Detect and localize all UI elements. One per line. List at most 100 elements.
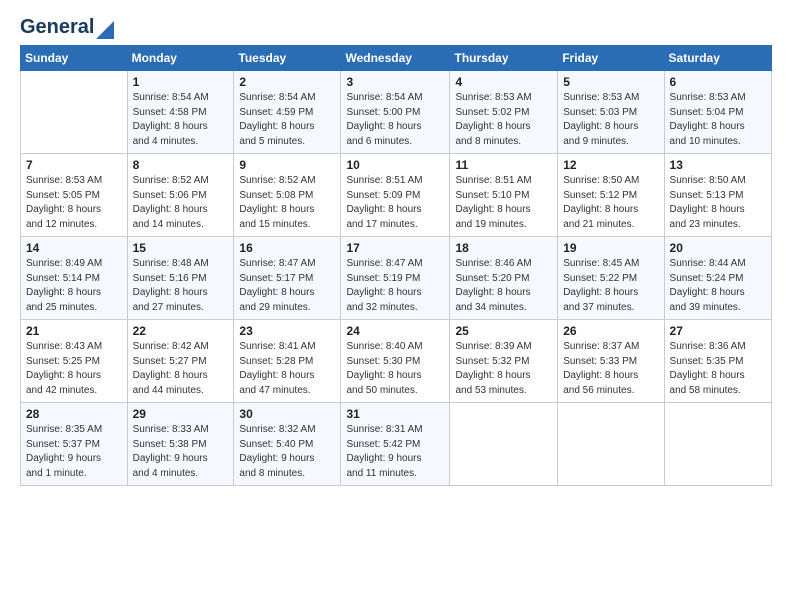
calendar-header-row: SundayMondayTuesdayWednesdayThursdayFrid… [21,46,772,71]
calendar-cell [21,71,128,154]
calendar-table: SundayMondayTuesdayWednesdayThursdayFrid… [20,45,772,486]
day-detail: Sunrise: 8:44 AMSunset: 5:24 PMDaylight:… [670,257,766,315]
day-number: 25 [455,324,552,338]
day-detail: Sunrise: 8:49 AMSunset: 5:14 PMDaylight:… [26,257,122,315]
calendar-cell: 28 Sunrise: 8:35 AMSunset: 5:37 PMDayligh… [21,403,128,486]
day-detail: Sunrise: 8:40 AMSunset: 5:30 PMDaylight:… [346,340,444,398]
day-number: 27 [670,324,766,338]
day-number: 31 [346,407,444,421]
day-detail: Sunrise: 8:35 AMSunset: 5:37 PMDaylight:… [26,423,122,481]
day-number: 7 [26,158,122,172]
day-detail: Sunrise: 8:53 AMSunset: 5:04 PMDaylight:… [670,91,766,149]
day-number: 11 [455,158,552,172]
day-number: 13 [670,158,766,172]
day-number: 26 [563,324,658,338]
header: General [20,16,772,35]
day-detail: Sunrise: 8:39 AMSunset: 5:32 PMDaylight:… [455,340,552,398]
week-row-1: 1 Sunrise: 8:54 AMSunset: 4:58 PMDaylight… [21,71,772,154]
day-number: 29 [133,407,229,421]
day-detail: Sunrise: 8:51 AMSunset: 5:09 PMDaylight:… [346,174,444,232]
day-number: 28 [26,407,122,421]
col-header-thursday: Thursday [450,46,558,71]
week-row-4: 21 Sunrise: 8:43 AMSunset: 5:25 PMDayligh… [21,320,772,403]
day-number: 22 [133,324,229,338]
calendar-cell: 4Sunrise: 8:53 AMSunset: 5:02 PMDaylight… [450,71,558,154]
logo-icon [96,17,114,39]
day-number: 30 [239,407,335,421]
calendar-cell: 31 Sunrise: 8:31 AMSunset: 5:42 PMDayligh… [341,403,450,486]
week-row-5: 28 Sunrise: 8:35 AMSunset: 5:37 PMDayligh… [21,403,772,486]
calendar-cell: 5Sunrise: 8:53 AMSunset: 5:03 PMDaylight… [558,71,664,154]
day-detail: Sunrise: 8:50 AMSunset: 5:12 PMDaylight:… [563,174,658,232]
calendar-cell: 12 Sunrise: 8:50 AMSunset: 5:12 PMDayligh… [558,154,664,237]
day-number: 4 [455,75,552,89]
day-number: 24 [346,324,444,338]
day-detail: Sunrise: 8:43 AMSunset: 5:25 PMDaylight:… [26,340,122,398]
day-number: 12 [563,158,658,172]
calendar-cell: 26 Sunrise: 8:37 AMSunset: 5:33 PMDayligh… [558,320,664,403]
calendar-cell: 30 Sunrise: 8:32 AMSunset: 5:40 PMDayligh… [234,403,341,486]
calendar-cell [558,403,664,486]
calendar-cell: 17 Sunrise: 8:47 AMSunset: 5:19 PMDayligh… [341,237,450,320]
calendar-cell: 21 Sunrise: 8:43 AMSunset: 5:25 PMDayligh… [21,320,128,403]
col-header-monday: Monday [127,46,234,71]
day-detail: Sunrise: 8:36 AMSunset: 5:35 PMDaylight:… [670,340,766,398]
day-number: 3 [346,75,444,89]
calendar-cell [450,403,558,486]
day-detail: Sunrise: 8:41 AMSunset: 5:28 PMDaylight:… [239,340,335,398]
col-header-saturday: Saturday [664,46,771,71]
col-header-tuesday: Tuesday [234,46,341,71]
day-number: 21 [26,324,122,338]
calendar-cell: 27 Sunrise: 8:36 AMSunset: 5:35 PMDayligh… [664,320,771,403]
calendar-cell: 2 Sunrise: 8:54 AMSunset: 4:59 PMDaylight… [234,71,341,154]
day-number: 15 [133,241,229,255]
day-number: 17 [346,241,444,255]
day-detail: Sunrise: 8:47 AMSunset: 5:19 PMDaylight:… [346,257,444,315]
calendar-cell: 13 Sunrise: 8:50 AMSunset: 5:13 PMDayligh… [664,154,771,237]
day-detail: Sunrise: 8:32 AMSunset: 5:40 PMDaylight:… [239,423,335,481]
day-number: 6 [670,75,766,89]
day-detail: Sunrise: 8:33 AMSunset: 5:38 PMDaylight:… [133,423,229,481]
day-detail: Sunrise: 8:37 AMSunset: 5:33 PMDaylight:… [563,340,658,398]
calendar-cell: 25 Sunrise: 8:39 AMSunset: 5:32 PMDayligh… [450,320,558,403]
calendar-cell: 6 Sunrise: 8:53 AMSunset: 5:04 PMDaylight… [664,71,771,154]
day-number: 18 [455,241,552,255]
calendar-body: 1 Sunrise: 8:54 AMSunset: 4:58 PMDaylight… [21,71,772,486]
calendar-cell: 23 Sunrise: 8:41 AMSunset: 5:28 PMDayligh… [234,320,341,403]
day-detail: Sunrise: 8:45 AMSunset: 5:22 PMDaylight:… [563,257,658,315]
calendar-cell: 10 Sunrise: 8:51 AMSunset: 5:09 PMDayligh… [341,154,450,237]
day-detail: Sunrise: 8:54 AMSunset: 4:58 PMDaylight:… [133,91,229,149]
calendar-cell [664,403,771,486]
day-number: 1 [133,75,229,89]
day-number: 16 [239,241,335,255]
calendar-cell: 20 Sunrise: 8:44 AMSunset: 5:24 PMDayligh… [664,237,771,320]
calendar-cell: 7 Sunrise: 8:53 AMSunset: 5:05 PMDaylight… [21,154,128,237]
week-row-2: 7 Sunrise: 8:53 AMSunset: 5:05 PMDaylight… [21,154,772,237]
day-number: 19 [563,241,658,255]
calendar-cell: 14Sunrise: 8:49 AMSunset: 5:14 PMDayligh… [21,237,128,320]
day-number: 8 [133,158,229,172]
day-detail: Sunrise: 8:52 AMSunset: 5:08 PMDaylight:… [239,174,335,232]
day-detail: Sunrise: 8:50 AMSunset: 5:13 PMDaylight:… [670,174,766,232]
day-detail: Sunrise: 8:53 AMSunset: 5:05 PMDaylight:… [26,174,122,232]
calendar-cell: 9Sunrise: 8:52 AMSunset: 5:08 PMDaylight… [234,154,341,237]
day-detail: Sunrise: 8:54 AMSunset: 4:59 PMDaylight:… [239,91,335,149]
day-detail: Sunrise: 8:42 AMSunset: 5:27 PMDaylight:… [133,340,229,398]
day-number: 23 [239,324,335,338]
calendar-cell: 18 Sunrise: 8:46 AMSunset: 5:20 PMDayligh… [450,237,558,320]
calendar-cell: 3Sunrise: 8:54 AMSunset: 5:00 PMDaylight… [341,71,450,154]
calendar-cell: 1 Sunrise: 8:54 AMSunset: 4:58 PMDaylight… [127,71,234,154]
day-number: 20 [670,241,766,255]
day-detail: Sunrise: 8:52 AMSunset: 5:06 PMDaylight:… [133,174,229,232]
calendar-cell: 29 Sunrise: 8:33 AMSunset: 5:38 PMDayligh… [127,403,234,486]
day-detail: Sunrise: 8:46 AMSunset: 5:20 PMDaylight:… [455,257,552,315]
calendar-cell: 19 Sunrise: 8:45 AMSunset: 5:22 PMDayligh… [558,237,664,320]
day-detail: Sunrise: 8:47 AMSunset: 5:17 PMDaylight:… [239,257,335,315]
calendar-cell: 8 Sunrise: 8:52 AMSunset: 5:06 PMDaylight… [127,154,234,237]
logo-general: General [20,16,94,39]
day-number: 2 [239,75,335,89]
logo: General [20,16,114,35]
day-number: 10 [346,158,444,172]
day-detail: Sunrise: 8:31 AMSunset: 5:42 PMDaylight:… [346,423,444,481]
page-container: General SundayMondayTuesdayWednesdayThur… [0,0,792,496]
